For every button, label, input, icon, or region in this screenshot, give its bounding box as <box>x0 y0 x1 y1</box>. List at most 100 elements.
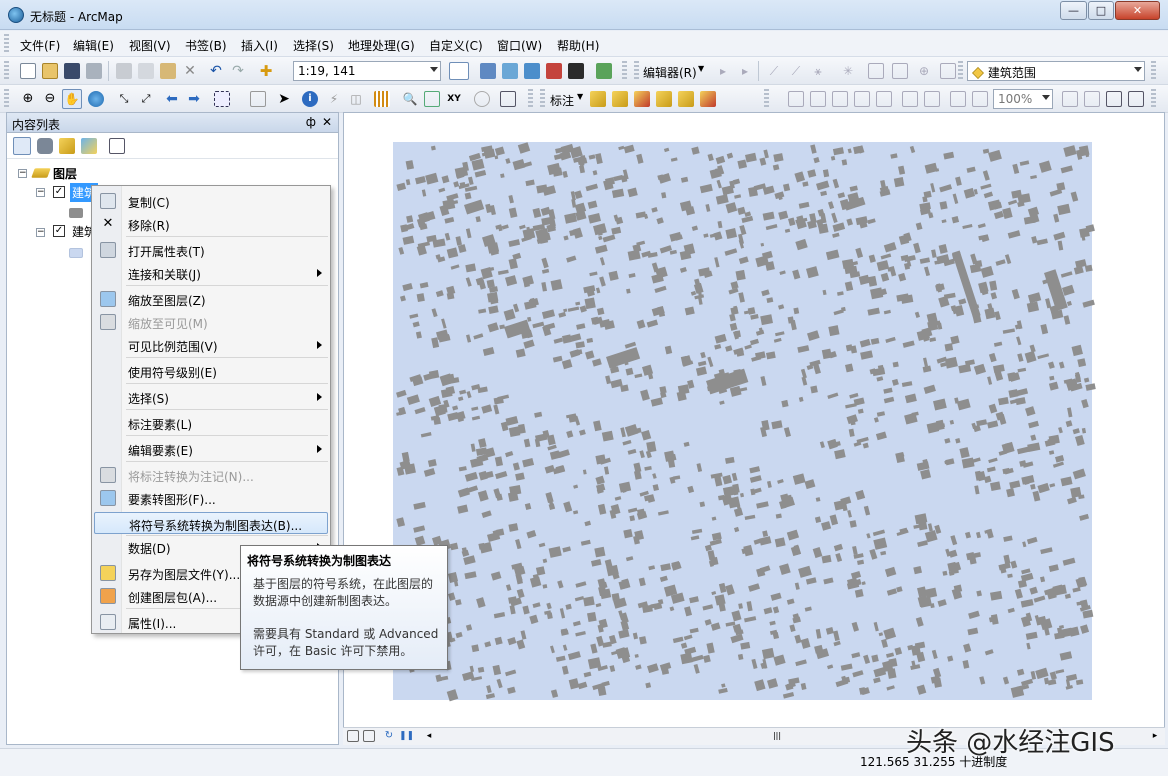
data-driven-pages-icon[interactable] <box>1128 91 1144 107</box>
context-menu-item[interactable]: 选择(S) <box>94 386 328 408</box>
print-icon[interactable] <box>86 63 102 79</box>
collapse-icon[interactable]: − <box>36 188 45 197</box>
pause-drawing-icon[interactable]: ❚❚ <box>399 729 414 743</box>
fixed-zoom-out-layout-icon[interactable] <box>924 91 940 107</box>
zoom-100-icon[interactable] <box>876 91 892 107</box>
lock-labels-icon[interactable] <box>656 91 672 107</box>
zoom-whole-page-icon[interactable] <box>854 91 870 107</box>
layout-pan-icon[interactable] <box>832 91 848 107</box>
toolbar-grip[interactable] <box>764 89 769 109</box>
toolbar-grip[interactable] <box>622 61 627 81</box>
close-icon[interactable]: ✕ <box>322 115 332 129</box>
labeling-dropdown-icon[interactable]: ▼ <box>577 92 583 101</box>
label-weight-icon[interactable] <box>634 91 650 107</box>
find-icon[interactable]: 🔍 <box>402 91 418 107</box>
table-of-contents-icon[interactable] <box>480 63 496 79</box>
focus-data-frame-icon[interactable] <box>1084 91 1100 107</box>
zoom-in-icon[interactable]: ⊕ <box>20 91 36 107</box>
menu-selection[interactable]: 选择(S) <box>293 37 334 54</box>
zoom-out-icon[interactable]: ⊖ <box>42 91 58 107</box>
html-popup-icon[interactable]: ◫ <box>348 91 364 107</box>
hyperlink-icon[interactable]: ⚡ <box>326 91 342 107</box>
toolbar-grip[interactable] <box>634 61 639 81</box>
save-icon[interactable] <box>64 63 80 79</box>
labeling-menu[interactable]: 标注 <box>550 92 574 109</box>
toc-root-layers[interactable]: 图层 <box>53 165 77 182</box>
fixed-zoom-out-icon[interactable]: ⤢ <box>138 91 154 107</box>
list-by-visibility-icon[interactable] <box>59 138 75 154</box>
menu-grip[interactable] <box>4 34 9 54</box>
go-forward-extent-layout-icon[interactable] <box>972 91 988 107</box>
context-menu-item[interactable]: ✕ 移除(R) <box>94 213 328 235</box>
minimize-button[interactable]: — <box>1060 1 1087 20</box>
list-by-drawing-order-icon[interactable] <box>13 137 31 155</box>
redo-icon[interactable]: ↷ <box>230 63 246 79</box>
editor-dropdown-icon[interactable]: ▼ <box>698 64 704 73</box>
go-back-extent-layout-icon[interactable] <box>950 91 966 107</box>
scroll-right-icon[interactable]: ▸ <box>1149 729 1161 743</box>
add-data-icon[interactable]: ✚ <box>258 63 274 79</box>
go-to-xy-icon[interactable]: XY <box>446 91 462 107</box>
refresh-icon[interactable]: ↻ <box>383 729 395 743</box>
delete-icon[interactable]: ✕ <box>182 63 198 79</box>
layer2-visibility-checkbox[interactable]: ✓ <box>53 225 65 237</box>
label-priority-icon[interactable] <box>612 91 628 107</box>
menu-bookmarks[interactable]: 书签(B) <box>185 37 227 54</box>
list-by-selection-icon[interactable] <box>81 138 97 154</box>
menu-windows[interactable]: 窗口(W) <box>497 37 542 54</box>
identify-icon[interactable]: i <box>302 91 318 107</box>
new-document-icon[interactable] <box>20 63 36 79</box>
toolbar-grip[interactable] <box>4 89 9 109</box>
data-view-icon[interactable] <box>347 730 359 742</box>
menu-file[interactable]: 文件(F) <box>20 37 60 54</box>
toggle-draft-mode-icon[interactable] <box>1062 91 1078 107</box>
label-manager-icon[interactable] <box>590 91 606 107</box>
context-menu-item[interactable]: 要素转图形(F)... <box>94 487 328 509</box>
context-menu-item[interactable]: 缩放至图层(Z) <box>94 288 328 310</box>
layer1-symbol-swatch[interactable] <box>69 208 83 218</box>
context-menu-item[interactable]: 连接和关联(J) <box>94 262 328 284</box>
pause-labeling-icon[interactable] <box>678 91 694 107</box>
map-canvas[interactable] <box>344 113 1166 728</box>
arctoolbox-icon[interactable] <box>546 63 562 79</box>
layer1-visibility-checkbox[interactable]: ✓ <box>53 186 65 198</box>
fixed-zoom-in-icon[interactable]: ⤡ <box>116 91 132 107</box>
layout-zoom-in-icon[interactable] <box>788 91 804 107</box>
menu-customize[interactable]: 自定义(C) <box>429 37 483 54</box>
fixed-zoom-in-layout-icon[interactable] <box>902 91 918 107</box>
measure-icon[interactable] <box>374 91 390 107</box>
maximize-button[interactable]: □ <box>1088 1 1114 20</box>
map-scale-combo[interactable]: 1:19, 141 <box>293 61 441 81</box>
search-window-icon[interactable] <box>524 63 540 79</box>
time-slider-icon[interactable] <box>474 91 490 107</box>
context-menu-item[interactable]: 将符号系统转换为制图表达(B)... <box>94 512 328 534</box>
toolbar-grip[interactable] <box>1151 89 1156 109</box>
menu-edit[interactable]: 编辑(E) <box>73 37 114 54</box>
catalog-icon[interactable] <box>502 63 518 79</box>
clear-selection-icon[interactable] <box>250 91 266 107</box>
context-menu-item[interactable]: 标注要素(L) <box>94 412 328 434</box>
close-button[interactable]: ✕ <box>1115 1 1160 20</box>
target-layer-combo[interactable]: 建筑范围 <box>967 61 1145 81</box>
model-builder-icon[interactable] <box>596 63 612 79</box>
open-folder-icon[interactable] <box>42 63 58 79</box>
toolbar-grip[interactable] <box>958 61 963 81</box>
menu-view[interactable]: 视图(V) <box>129 37 171 54</box>
map-view[interactable] <box>343 112 1165 745</box>
full-extent-icon[interactable] <box>88 91 104 107</box>
layout-zoom-combo[interactable]: 100% <box>993 89 1053 109</box>
menu-help[interactable]: 帮助(H) <box>557 37 599 54</box>
context-menu-item[interactable]: 打开属性表(T) <box>94 239 328 261</box>
pin-icon[interactable]: ф <box>306 115 316 129</box>
back-extent-icon[interactable]: ⬅ <box>164 91 180 107</box>
layout-zoom-out-icon[interactable] <box>810 91 826 107</box>
collapse-icon[interactable]: − <box>36 228 45 237</box>
copy-tool-icon[interactable] <box>138 63 154 79</box>
context-menu-item[interactable]: 可见比例范围(V) <box>94 334 328 356</box>
scroll-thumb-grip-icon[interactable]: ||| <box>771 731 783 741</box>
pan-icon[interactable]: ✋ <box>62 89 82 109</box>
python-window-icon[interactable] <box>568 63 584 79</box>
collapse-icon[interactable]: − <box>18 169 27 178</box>
context-menu-item[interactable]: 使用符号级别(E) <box>94 360 328 382</box>
undo-icon[interactable]: ↶ <box>208 63 224 79</box>
